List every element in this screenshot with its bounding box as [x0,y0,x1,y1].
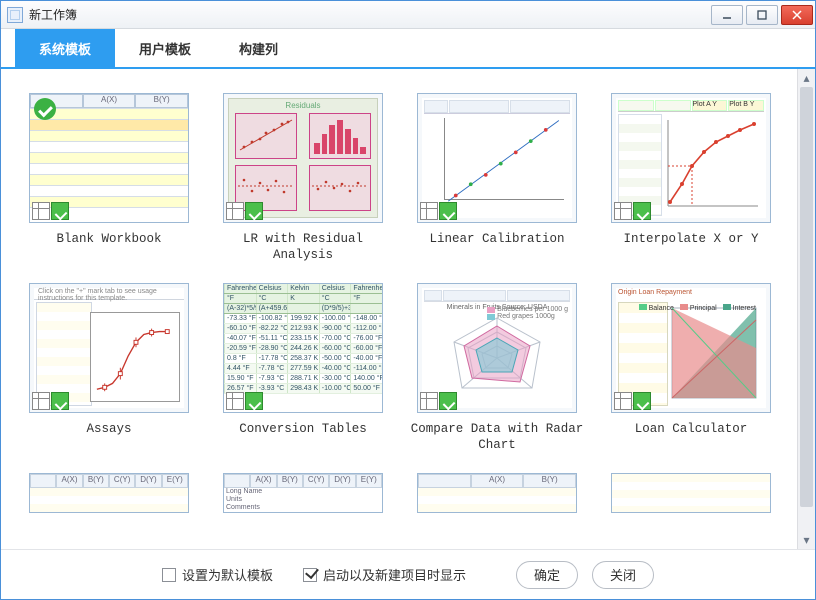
tab-build-column[interactable]: 构建列 [215,29,302,67]
thumb-loan-calculator: Origin Loan Repayment Balance [611,283,771,413]
thumb-conversion-tables: FahrenheitCelsiusKelvinCelsiusFahrenheit… [223,283,383,413]
worksheet-icon [614,392,632,410]
checkbox-icon [162,568,176,582]
template-label: Linear Calibration [429,231,564,247]
checkbox-show-on-new[interactable]: 启动以及新建项目时显示 [303,565,466,584]
template-cutoff-4[interactable] [603,473,779,513]
footer-buttons: 确定 关闭 [516,561,654,589]
footer: 设置为默认模板 启动以及新建项目时显示 确定 关闭 [1,549,815,599]
template-grid-scroll[interactable]: A(X)B(Y) Blank Workbook Residuals [1,69,797,549]
template-label: Compare Data with Radar Chart [409,421,585,453]
close-dialog-button[interactable]: 关闭 [592,561,654,589]
thumb-lr-residual: Residuals [223,93,383,223]
thumb-cutoff-3: A(X)B(Y) [417,473,577,513]
content-area: A(X)B(Y) Blank Workbook Residuals [1,69,815,549]
ok-button[interactable]: 确定 [516,561,578,589]
checkbox-set-default[interactable]: 设置为默认模板 [162,565,273,584]
graph-icon [633,202,651,220]
template-grid: A(X)B(Y) Blank Workbook Residuals [21,93,791,513]
dialog-window: 新工作簿 系统模板 用户模板 构建列 A(X)B(Y) [0,0,816,600]
window-buttons [711,5,813,25]
template-assays[interactable]: Click on the "+" mark tab to see usage i… [21,283,197,453]
tab-user-templates[interactable]: 用户模板 [115,29,215,67]
thumb-assays: Click on the "+" mark tab to see usage i… [29,283,189,413]
template-radar[interactable]: Minerals in Fruits Source: USDA [409,283,585,453]
checkbox-checked-icon [303,568,317,582]
thumb-cutoff-2: A(X)B(Y)C(Y)D(Y)E(Y) Long NameUnitsComme… [223,473,383,513]
template-cutoff-2[interactable]: A(X)B(Y)C(Y)D(Y)E(Y) Long NameUnitsComme… [215,473,391,513]
scroll-track[interactable] [798,87,815,531]
scroll-down-icon[interactable]: ▾ [798,531,815,549]
worksheet-icon [226,392,244,410]
worksheet-icon [420,202,438,220]
titlebar: 新工作簿 [1,1,815,29]
checkbox-label: 设置为默认模板 [182,565,273,584]
template-label: Assays [86,421,131,437]
worksheet-icon [32,392,50,410]
thumb-cutoff-4 [611,473,771,513]
checkbox-label: 启动以及新建项目时显示 [323,565,466,584]
template-lr-residual[interactable]: Residuals [215,93,391,263]
graph-icon [439,392,457,410]
graph-icon [51,392,69,410]
tab-bar: 系统模板 用户模板 构建列 [1,29,815,69]
thumb-radar: Minerals in Fruits Source: USDA [417,283,577,413]
thumb-interpolate: Plot A YPlot B Y [611,93,771,223]
template-label: Loan Calculator [635,421,748,437]
close-button[interactable] [781,5,813,25]
worksheet-icon [614,202,632,220]
worksheet-icon [32,202,50,220]
thumb-cutoff-1: A(X)B(Y)C(Y)D(Y)E(Y) [29,473,189,513]
thumb-linear-calibration [417,93,577,223]
worksheet-icon [226,202,244,220]
template-loan-calculator[interactable]: Origin Loan Repayment Balance [603,283,779,453]
template-label: LR with Residual Analysis [215,231,391,263]
template-cutoff-1[interactable]: A(X)B(Y)C(Y)D(Y)E(Y) [21,473,197,513]
minimize-button[interactable] [711,5,743,25]
template-linear-calibration[interactable]: Linear Calibration [409,93,585,263]
template-label: Blank Workbook [56,231,161,247]
graph-icon [245,202,263,220]
graph-icon [51,202,69,220]
vertical-scrollbar[interactable]: ▴ ▾ [797,69,815,549]
template-label: Interpolate X or Y [623,231,758,247]
template-conversion-tables[interactable]: FahrenheitCelsiusKelvinCelsiusFahrenheit… [215,283,391,453]
maximize-button[interactable] [746,5,778,25]
template-cutoff-3[interactable]: A(X)B(Y) [409,473,585,513]
scroll-up-icon[interactable]: ▴ [798,69,815,87]
check-icon [34,98,56,120]
worksheet-icon [420,392,438,410]
template-interpolate[interactable]: Plot A YPlot B Y Interpolate X or Y [603,93,779,263]
template-blank-workbook[interactable]: A(X)B(Y) Blank Workbook [21,93,197,263]
tab-system-templates[interactable]: 系统模板 [15,29,115,67]
graph-icon [439,202,457,220]
app-icon [7,7,23,23]
graph-icon [633,392,651,410]
window-title: 新工作簿 [29,6,711,23]
graph-icon [245,392,263,410]
thumb-blank-workbook: A(X)B(Y) [29,93,189,223]
scroll-thumb[interactable] [800,87,813,507]
template-label: Conversion Tables [239,421,367,437]
